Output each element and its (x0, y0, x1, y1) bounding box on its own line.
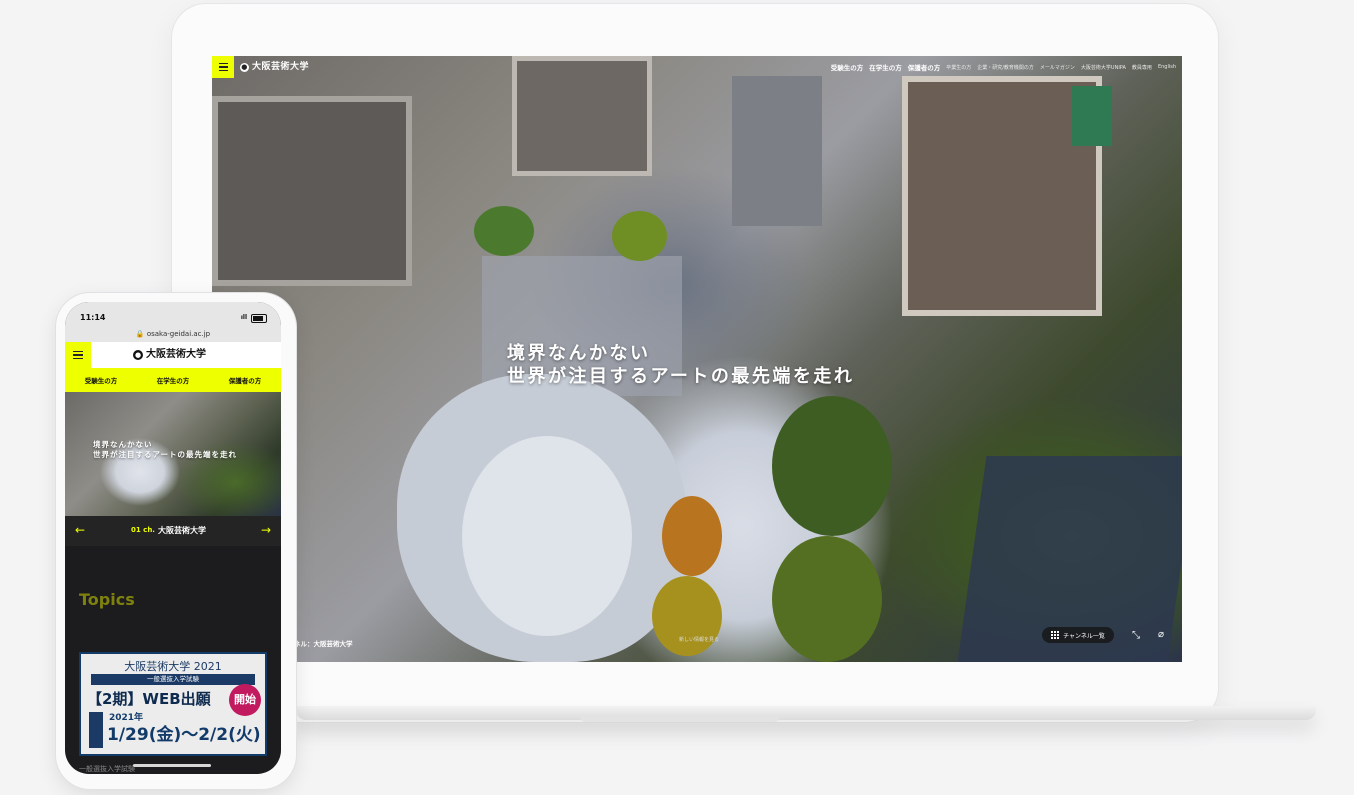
hero-line-2: 世界が注目するアートの最先端を走れ (507, 366, 855, 387)
tab-applicants[interactable]: 受験生の方 (85, 375, 118, 385)
channel-switcher: ← 01 ch. 大阪芸術大学 → (65, 516, 281, 546)
mobile-hero-line-2: 世界が注目するアートの最先端を走れ (93, 450, 238, 459)
mobile-screen: 11:14 ıll 🔒 osaka-geidai.ac.jp ● 大阪芸術大学 … (65, 302, 281, 774)
channel-number: 01 ch. (131, 526, 155, 534)
tree (652, 576, 722, 656)
channel-name: 大阪芸術大学 (158, 526, 206, 535)
topic-item-text[interactable]: 一般選抜入学試験 (79, 764, 135, 774)
banner-subtitle: 一般選抜入学試験 (91, 674, 255, 685)
url-text: osaka-geidai.ac.jp (146, 330, 211, 338)
logo-emblem-icon: ● (240, 62, 249, 72)
signal-icon: ıll (240, 314, 247, 321)
nav-link-unipa[interactable]: 大阪芸術大学UNIPA (1081, 64, 1126, 71)
status-time: 11:14 (80, 313, 106, 322)
laptop-base (296, 706, 1316, 720)
tree (612, 211, 667, 261)
nav-link-newsletter[interactable]: メールマガジン (1040, 64, 1075, 71)
nav-link-alumni[interactable]: 卒業生の方 (946, 64, 971, 71)
banner-badge: 開始 (229, 684, 261, 716)
tree (772, 536, 882, 662)
channel-list-button[interactable]: チャンネル一覧 (1042, 627, 1114, 643)
tab-parents[interactable]: 保護者の方 (229, 375, 262, 385)
status-bar: 11:14 ıll 🔒 osaka-geidai.ac.jp (65, 302, 281, 342)
building-roof (1072, 86, 1112, 146)
dome-roof-inner (462, 436, 632, 636)
banner-title: 大阪芸術大学 2021 (124, 660, 222, 673)
arrow-right-icon[interactable]: → (261, 523, 271, 537)
address-bar[interactable]: 🔒 osaka-geidai.ac.jp (65, 330, 281, 338)
topics-heading: Topics (79, 590, 135, 609)
logo-emblem-icon: ● (133, 350, 143, 360)
nav-links: 受験生の方 在学生の方 保護者の方 卒業生の方 企業・研究/教育機関の方 メール… (831, 56, 1176, 78)
mobile-hero: 境界なんかない 世界が注目するアートの最先端を走れ (65, 392, 281, 516)
desktop-screen: ● 大阪芸術大学 受験生の方 在学生の方 保護者の方 卒業生の方 企業・研究/教… (212, 56, 1182, 662)
mobile-tabs: 受験生の方 在学生の方 保護者の方 (65, 368, 281, 392)
tab-students[interactable]: 在学生の方 (157, 375, 190, 385)
mobile-logo-text: 大阪芸術大学 (146, 349, 206, 360)
laptop-notch (580, 716, 780, 722)
mobile-menu-button[interactable] (65, 342, 91, 368)
building-roof (212, 96, 412, 286)
banner-headline: 【2期】WEB出願 (87, 690, 211, 708)
tree (772, 396, 892, 536)
grid-icon (1051, 631, 1060, 639)
nav-link-students[interactable]: 在学生の方 (869, 62, 902, 72)
nav-link-companies[interactable]: 企業・研究/教育機関の方 (977, 64, 1034, 71)
expand-icon[interactable]: ⤡ (1132, 630, 1140, 641)
home-indicator (133, 764, 211, 767)
battery-icon (251, 314, 267, 323)
mobile-hero-text: 境界なんかない 世界が注目するアートの最先端を走れ (93, 440, 237, 460)
nav-link-english[interactable]: English (1158, 64, 1176, 70)
banner-side-label (89, 712, 103, 748)
menu-button[interactable] (212, 56, 234, 78)
scroll-hint[interactable]: 新しい情報を見る (679, 636, 719, 643)
banner-dates: 1/29(金)〜2/2(火) (107, 725, 261, 745)
mobile-logo[interactable]: ● 大阪芸術大学 (133, 342, 206, 368)
channel-list-label: チャンネル一覧 (1063, 632, 1105, 640)
hero-headline: 境界なんかない 世界が注目するアートの最先端を走れ (507, 342, 854, 388)
logo-text: 大阪芸術大学 (252, 62, 310, 72)
tree (662, 496, 722, 576)
hero-line-1: 境界なんかない (507, 343, 651, 364)
mobile-hero-line-1: 境界なんかない (93, 440, 153, 449)
tree (474, 206, 534, 256)
mobile-header: ● 大阪芸術大学 (65, 342, 281, 368)
admission-banner[interactable]: 大阪芸術大学 2021 一般選抜入学試験 【2期】WEB出願 開始 2021年 … (79, 652, 267, 756)
top-nav: ● 大阪芸術大学 受験生の方 在学生の方 保護者の方 卒業生の方 企業・研究/教… (212, 56, 1182, 78)
site-logo[interactable]: ● 大阪芸術大学 (240, 56, 309, 78)
mute-icon[interactable]: ⌀ (1158, 629, 1164, 640)
building-roof (732, 76, 822, 226)
arrow-left-icon[interactable]: ← (75, 523, 85, 537)
nav-link-parents[interactable]: 保護者の方 (908, 62, 941, 72)
nav-link-faculty[interactable]: 教員専用 (1132, 64, 1152, 71)
current-channel-label: ネル：大阪芸術大学 (294, 640, 353, 648)
nav-link-applicants[interactable]: 受験生の方 (831, 62, 864, 72)
